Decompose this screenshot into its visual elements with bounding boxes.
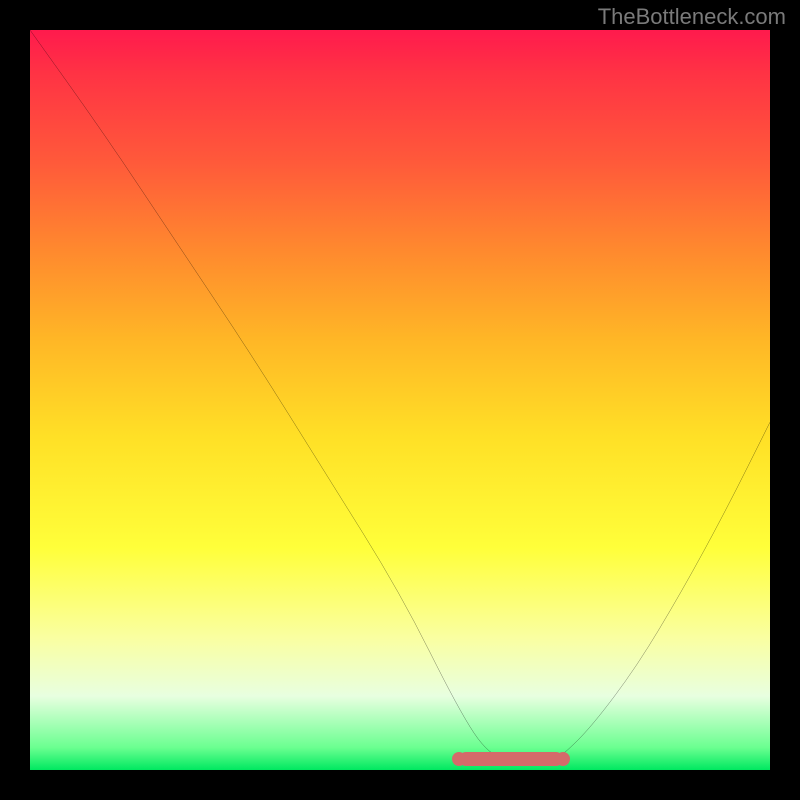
attribution-text: TheBottleneck.com [598,4,786,30]
optimal-range-marker [459,752,563,766]
optimal-range-end-dot [556,752,570,766]
bottleneck-curve [30,30,770,763]
curve-layer [30,30,770,770]
plot-area [30,30,770,770]
